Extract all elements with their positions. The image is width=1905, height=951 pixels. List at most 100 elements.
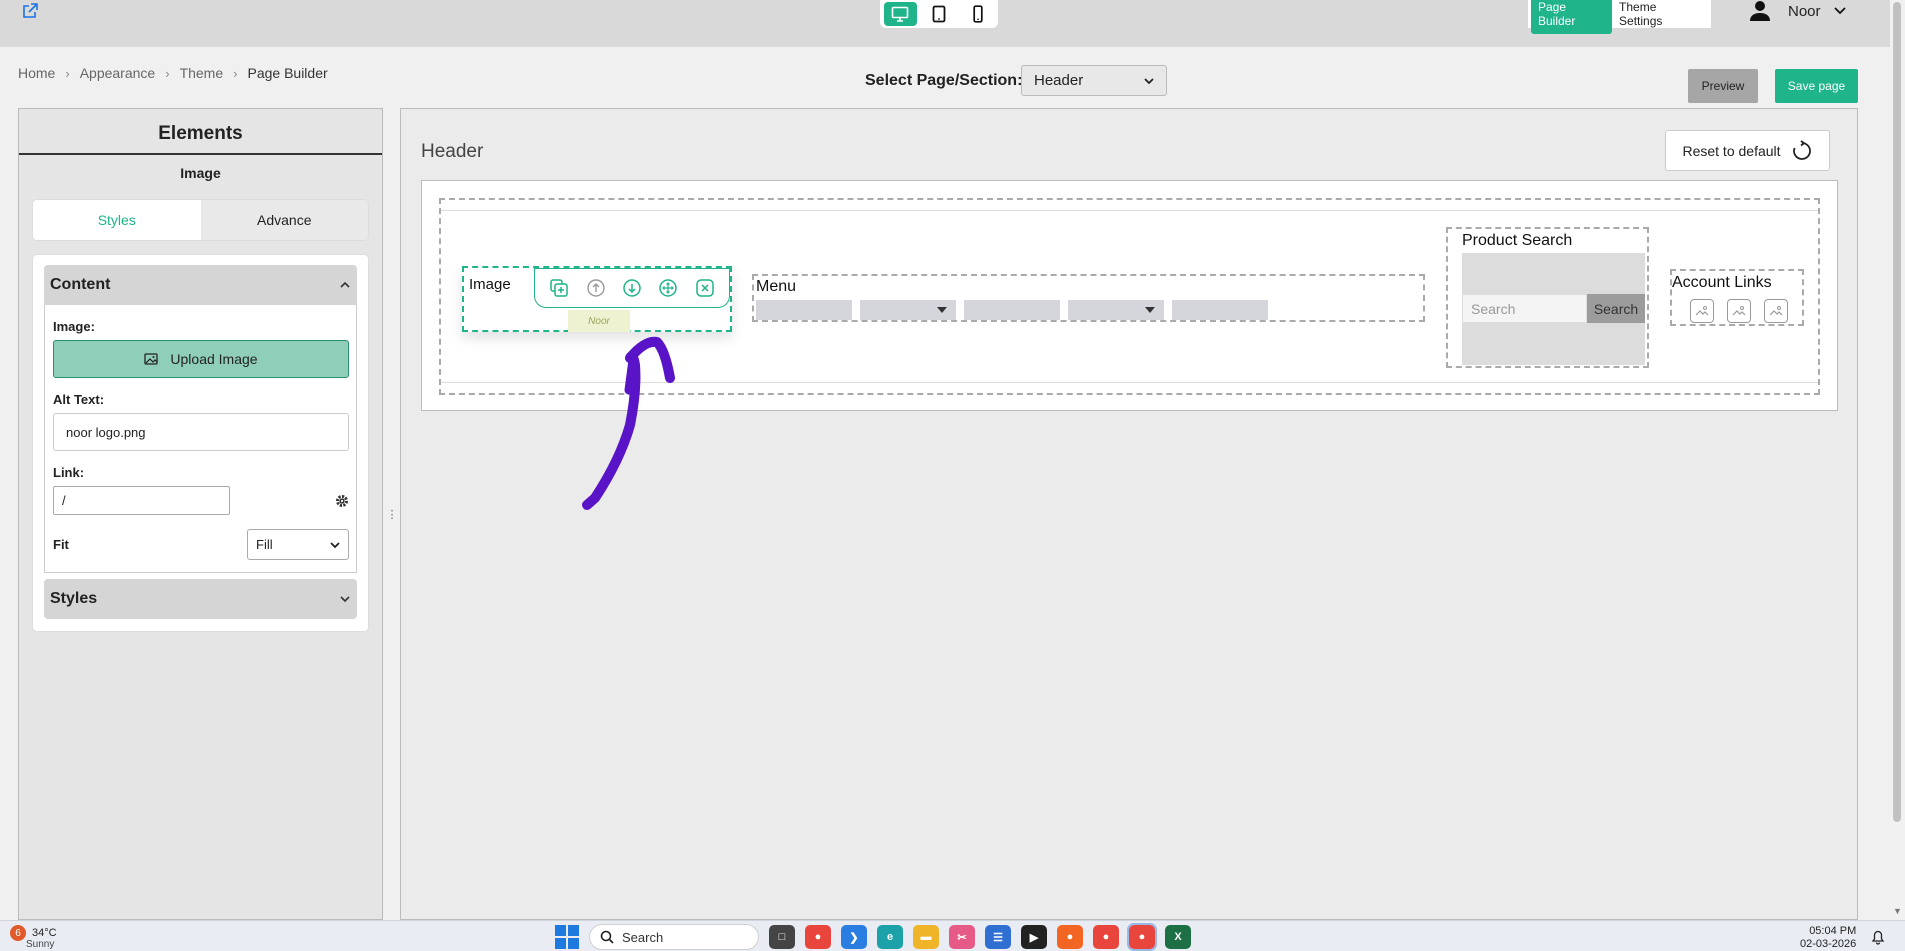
account-icons	[1690, 299, 1788, 323]
chevron-right-icon: ›	[165, 65, 170, 81]
chevron-down-icon	[330, 541, 340, 548]
breadcrumb-theme[interactable]: Theme	[180, 65, 224, 81]
alt-text-label: Alt Text:	[53, 392, 105, 407]
link-row: /	[53, 486, 349, 515]
page-scrollbar[interactable]: ▼	[1890, 0, 1905, 920]
header-preview: Image Noor Menu Product Search Search Se…	[421, 180, 1838, 411]
taskbar-search-label: Search	[622, 929, 664, 945]
link-label: Link:	[53, 465, 85, 480]
chevron-down-icon	[1833, 7, 1846, 15]
search-button[interactable]: Search	[1587, 294, 1645, 323]
edge-app-icon[interactable]: e	[877, 925, 903, 949]
mobile-view-button[interactable]	[961, 2, 994, 26]
vscode-app-icon[interactable]: ❯	[841, 925, 867, 949]
menu-item[interactable]	[964, 300, 1060, 320]
reset-to-default-button[interactable]: Reset to default	[1665, 130, 1830, 171]
user-icon	[1750, 1, 1770, 21]
upload-image-label: Upload Image	[170, 351, 258, 367]
menu-item[interactable]	[1068, 300, 1164, 320]
page-select-label: Select Page/Section:	[865, 72, 1023, 89]
selected-element-name: Image	[180, 165, 221, 181]
user-name: Noor	[1788, 2, 1821, 20]
mode-switcher: Page Builder Theme Settings	[1528, 0, 1711, 34]
logo-text: Noor	[588, 315, 610, 327]
styles-accordion-header[interactable]: Styles	[44, 579, 357, 619]
breadcrumb-appearance[interactable]: Appearance	[80, 65, 156, 81]
terminal-app-icon[interactable]: ▶	[1021, 925, 1047, 949]
postman-app-icon[interactable]: ●	[1057, 925, 1083, 949]
account-links-element[interactable]: Account Links	[1670, 269, 1804, 326]
scroll-down-icon[interactable]: ▼	[1893, 906, 1902, 916]
drag-move-icon[interactable]	[657, 277, 679, 299]
scrollbar-thumb[interactable]	[1893, 2, 1901, 822]
styles-accordion-title: Styles	[50, 590, 98, 607]
duplicate-icon[interactable]	[548, 277, 570, 299]
image-element[interactable]: Image Noor	[462, 266, 732, 332]
notepad-app-icon[interactable]: ☰	[985, 925, 1011, 949]
sidebar-title: Elements	[19, 109, 382, 155]
snipping-tool-app-icon[interactable]: ✂	[949, 925, 975, 949]
preview-button[interactable]: Preview	[1688, 69, 1758, 103]
product-search-element[interactable]: Product Search Search Search	[1446, 227, 1649, 368]
chrome-app-icon[interactable]: ●	[1127, 923, 1157, 951]
menu-item[interactable]	[860, 300, 956, 320]
system-clock[interactable]: 05:04 PM 02-03-2026	[1800, 925, 1856, 951]
breadcrumb-home[interactable]: Home	[18, 65, 55, 81]
section-title: Header	[421, 141, 484, 162]
chevron-right-icon: ›	[233, 65, 238, 81]
notification-icon[interactable]	[1870, 929, 1886, 945]
fit-select[interactable]: Fill	[247, 529, 349, 560]
product-search-label: Product Search	[1462, 232, 1573, 249]
save-page-button[interactable]: Save page	[1775, 69, 1858, 103]
windows-start-icon[interactable]	[555, 925, 579, 949]
upload-image-button[interactable]: Upload Image	[53, 340, 349, 378]
gear-icon[interactable]	[335, 494, 349, 508]
logo-image: Noor	[568, 310, 630, 332]
delete-icon[interactable]	[694, 277, 716, 299]
image-placeholder-icon[interactable]	[1727, 299, 1751, 323]
taskbar-search[interactable]: Search	[589, 924, 759, 950]
tablet-view-button[interactable]	[923, 2, 956, 26]
desktop-icon	[892, 6, 909, 22]
move-up-icon[interactable]	[585, 277, 607, 299]
alt-text-input[interactable]: noor logo.png	[53, 413, 349, 451]
tab-panel: Content Image: Upload Image Alt Text: no…	[32, 254, 369, 632]
fit-label: Fit	[53, 537, 69, 552]
menu-item[interactable]	[756, 300, 852, 320]
move-down-icon[interactable]	[621, 277, 643, 299]
file-manager-app-icon[interactable]: □	[769, 925, 795, 949]
link-input[interactable]: /	[53, 486, 230, 515]
os-taskbar: 6 34°C Sunny Search □ ● ❯ e ▬ ✂ ☰ ▶ ● ● …	[0, 920, 1905, 951]
desktop-view-button[interactable]	[884, 2, 917, 26]
chrome-app-icon[interactable]: ●	[1093, 925, 1119, 949]
theme-settings-mode-button[interactable]: Theme Settings	[1612, 0, 1708, 34]
excel-app-icon[interactable]: X	[1165, 925, 1191, 949]
menu-items	[756, 300, 1268, 320]
device-switcher	[880, 0, 998, 28]
content-accordion-header[interactable]: Content	[44, 265, 357, 305]
page-section-select-value: Header	[1034, 72, 1084, 89]
search-input[interactable]: Search	[1462, 294, 1587, 323]
folder-app-icon[interactable]: ▬	[913, 925, 939, 949]
image-placeholder-icon[interactable]	[1764, 299, 1788, 323]
chrome-app-icon[interactable]: ●	[805, 925, 831, 949]
user-menu[interactable]: Noor	[1748, 0, 1847, 22]
image-placeholder-icon[interactable]	[1690, 299, 1714, 323]
menu-element[interactable]: Menu	[752, 274, 1425, 322]
tab-advance[interactable]: Advance	[200, 200, 368, 240]
reset-icon	[1792, 139, 1811, 160]
panel-resize-handle[interactable]: ⋮	[383, 108, 401, 920]
tab-styles[interactable]: Styles	[33, 200, 201, 240]
menu-item[interactable]	[1172, 300, 1268, 320]
mobile-icon	[973, 5, 983, 23]
caret-down-icon	[1145, 307, 1155, 313]
external-link-icon[interactable]	[22, 3, 38, 19]
page-builder-mode-button[interactable]: Page Builder	[1531, 0, 1613, 34]
weather-condition: Sunny	[26, 939, 55, 950]
image-field-label: Image:	[53, 319, 95, 334]
header-row-container[interactable]: Image Noor Menu Product Search Search Se…	[439, 198, 1820, 395]
search-icon	[600, 930, 614, 944]
tablet-icon	[932, 5, 946, 23]
image-element-label: Image	[469, 276, 511, 293]
page-section-select[interactable]: Header	[1021, 65, 1167, 96]
